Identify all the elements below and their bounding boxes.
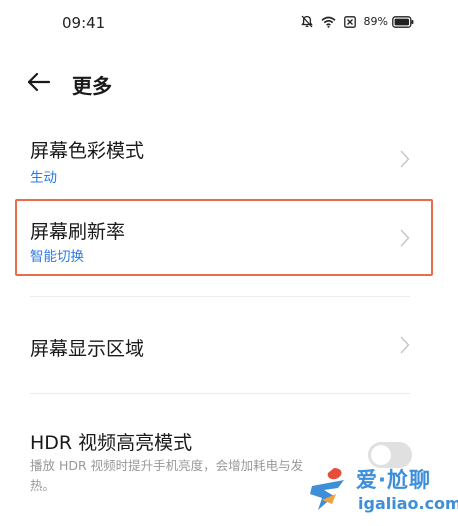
status-bar: 09:41 89% [0, 0, 458, 46]
screen-color-mode-item[interactable]: 屏幕色彩模式 生动 [30, 132, 420, 192]
watermark: 爱·尬聊 igaliao.com [300, 458, 458, 526]
watermark-title: 爱·尬聊 [356, 468, 431, 492]
chevron-right-icon [400, 150, 410, 168]
screen-refresh-rate-item[interactable]: 屏幕刷新率 智能切换 [30, 213, 420, 269]
screen-display-area-item[interactable]: 屏幕显示区域 [30, 326, 420, 366]
row-subtitle: 智能切换 [30, 249, 84, 265]
back-button[interactable] [26, 70, 52, 94]
chevron-right-icon [400, 336, 410, 354]
settings-screen: 09:41 89% 更多 屏幕色彩模式 生动 屏幕刷新率 智能切换 屏幕显示区域… [0, 0, 458, 526]
arrow-left-icon [26, 72, 52, 98]
mute-bell-icon [300, 15, 313, 28]
wifi-icon [321, 16, 336, 28]
battery-icon [392, 15, 414, 28]
close-box-icon [343, 15, 356, 28]
row-subtitle: 生动 [30, 170, 57, 186]
divider [30, 393, 410, 394]
row-title: 屏幕显示区域 [30, 338, 145, 360]
status-time: 09:41 [62, 14, 106, 32]
chevron-right-icon [400, 229, 410, 247]
page-title: 更多 [72, 74, 112, 98]
row-title: HDR 视频高亮模式 [30, 432, 193, 454]
page-header: 更多 [0, 60, 458, 104]
battery-indicator: 89% [364, 15, 414, 28]
watermark-logo-icon [304, 464, 352, 514]
battery-percent: 89% [363, 15, 388, 28]
status-icons: 89% [300, 15, 414, 28]
row-title: 屏幕刷新率 [30, 221, 126, 243]
watermark-url: igaliao.com [358, 494, 458, 513]
row-title: 屏幕色彩模式 [30, 140, 145, 162]
divider [30, 296, 410, 297]
